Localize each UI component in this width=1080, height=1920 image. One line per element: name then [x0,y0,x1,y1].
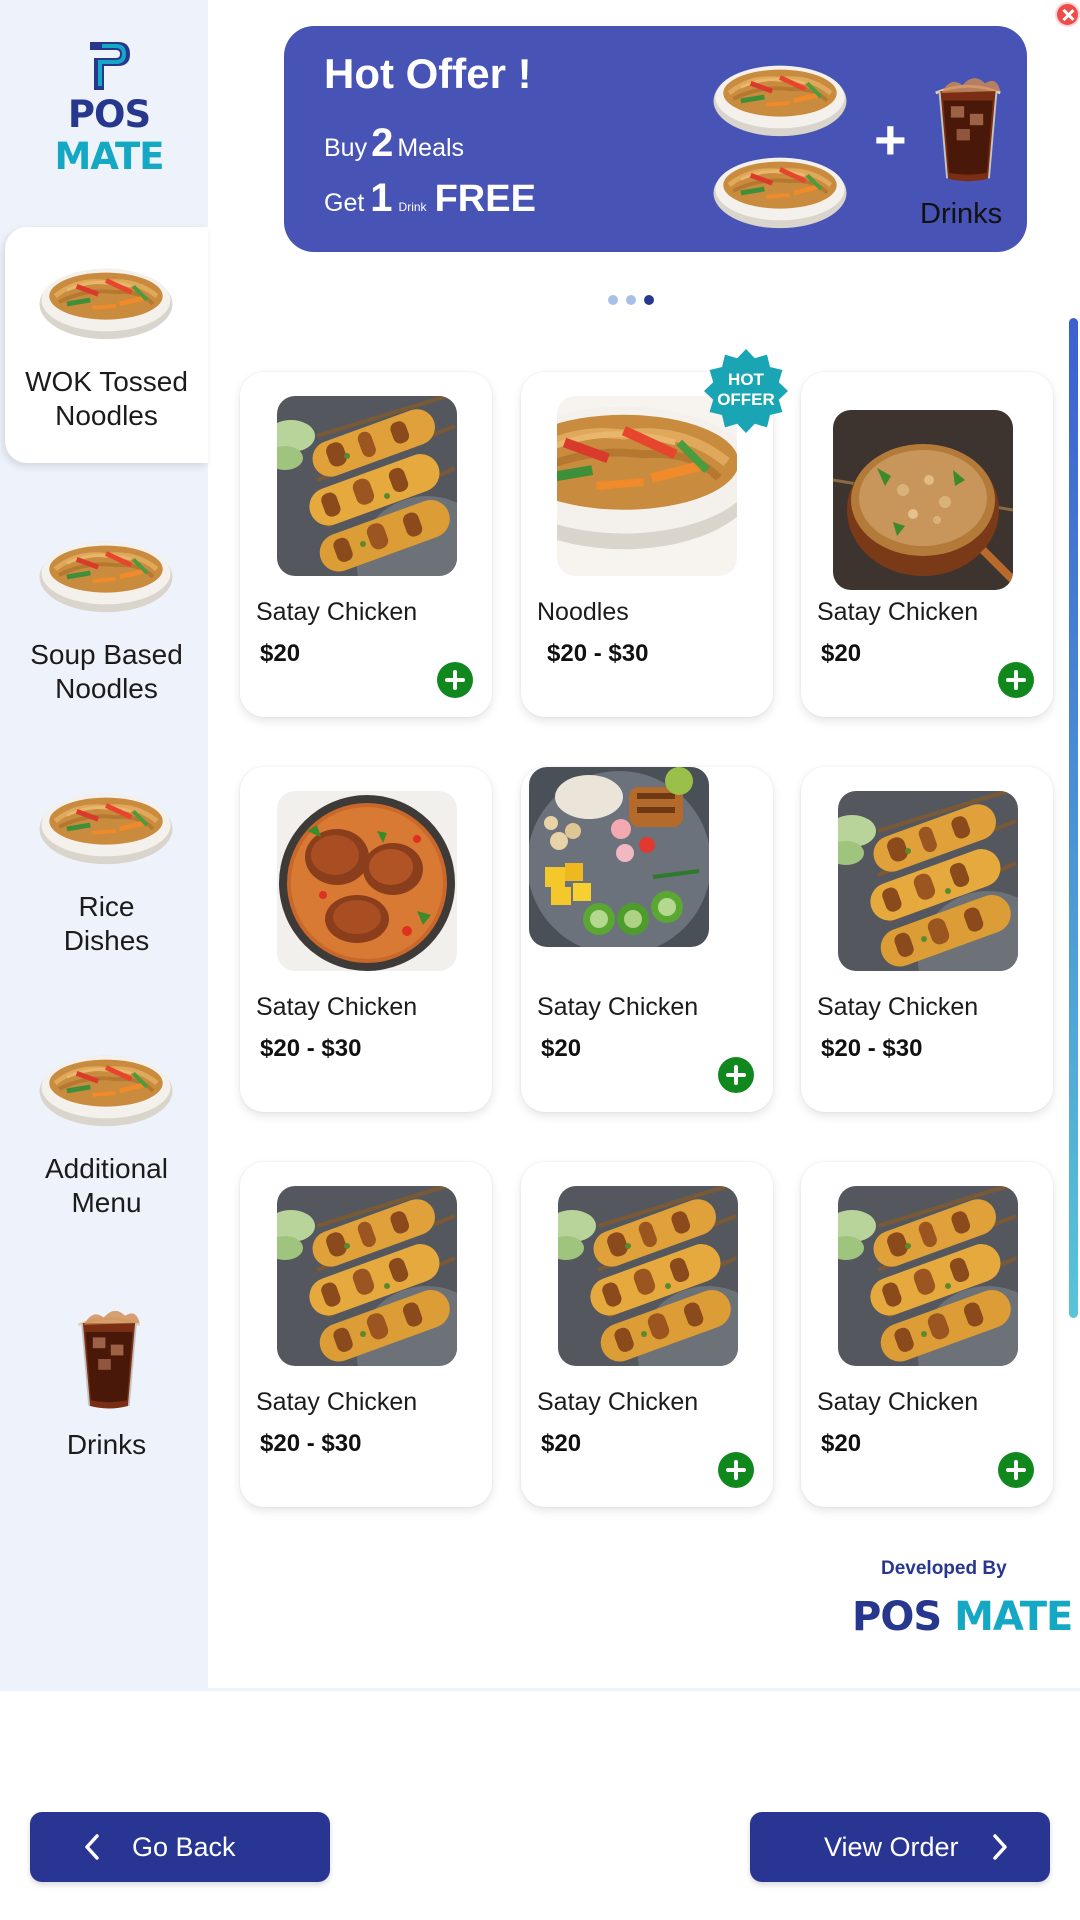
chevron-left-icon [85,1834,99,1860]
chevron-right-icon [993,1834,1007,1860]
satay-skewers-icon [277,1186,457,1366]
product-card[interactable]: Satay Chicken $20 - $30 [801,767,1053,1112]
product-price: $20 - $30 [547,640,649,667]
sidebar-item-rice-dishes[interactable]: Rice Dishes [5,752,208,988]
add-to-cart-button[interactable] [718,1057,754,1093]
noodle-bowl-icon [34,782,178,870]
go-back-label: Go Back [132,1832,236,1862]
carousel-dot[interactable] [626,295,636,305]
brand-name-left: POS [67,93,151,136]
view-order-button[interactable]: View Order [750,1812,1050,1882]
brand-name-right: MATE [54,135,164,178]
sidebar-item-label: Additional Menu [45,1153,168,1218]
product-price: $20 [821,1430,862,1457]
product-name: Satay Chicken [817,993,979,1021]
banner-buy-line: Buy 2 Meals [324,121,465,165]
product-name: Satay Chicken [256,598,418,626]
product-name: Satay Chicken [537,1388,699,1416]
add-to-cart-button[interactable] [998,1452,1034,1488]
satay-skewers-icon [558,1186,738,1366]
product-price: $20 [821,640,862,667]
view-order-label: View Order [824,1832,959,1862]
banner-title: Hot Offer ! [324,50,532,97]
carousel-dot-active[interactable] [644,295,654,305]
product-price: $20 [541,1430,582,1457]
brand-wordmark: POS MATE [24,94,194,178]
pos-mate-logo-icon [90,42,130,90]
app-logo: POS MATE [24,38,194,178]
product-name: Satay Chicken [256,993,418,1021]
noodle-bowl-icon [708,54,852,142]
product-price: $20 - $30 [260,1035,362,1062]
category-sidebar: POS MATE WOK Tossed Noodles Soup Based Noo… [0,0,208,1688]
plus-sign: + [874,108,907,171]
peanut-sauce-pot-icon [833,410,1013,590]
go-back-button[interactable]: Go Back [30,1812,330,1882]
add-to-cart-button[interactable] [998,662,1034,698]
hot-offer-badge-text: HOT OFFER [717,370,775,409]
noodle-bowl-icon [708,146,852,234]
footer-brand-wordmark: POS MATE [852,1594,1073,1640]
salad-bowl-icon [529,767,709,947]
banner-drinks-label: Drinks [920,198,1003,230]
hot-offer-banner[interactable]: Hot Offer ! Buy 2 Meals Get 1 Drink FREE + Dr… [284,26,1027,252]
noodle-bowl-icon [34,1044,178,1132]
banner-get-line: Get 1 Drink FREE [324,176,536,220]
add-to-cart-button[interactable] [437,662,473,698]
noodle-bowl-icon [34,530,178,618]
product-price: $20 - $30 [260,1430,362,1457]
product-card[interactable]: Satay Chicken $20 [801,372,1053,717]
product-card[interactable]: Satay Chicken $20 [240,372,492,717]
product-card[interactable]: Satay Chicken $20 [801,1162,1053,1507]
sidebar-item-additional-menu[interactable]: Additional Menu [5,1014,208,1250]
scrollbar-thumb[interactable] [1069,318,1078,1318]
product-name: Satay Chicken [817,1388,979,1416]
sidebar-item-label: Drinks [66,1429,147,1460]
sidebar-item-wok-tossed-noodles[interactable]: WOK Tossed Noodles [5,227,208,463]
chicken-curry-icon [277,791,457,971]
product-price: $20 [541,1035,582,1062]
sidebar-item-label: WOK Tossed Noodles [25,366,188,431]
product-card[interactable]: Satay Chicken $20 [521,1162,773,1507]
satay-skewers-icon [277,396,457,576]
cola-glass-icon [930,72,1006,186]
noodle-bowl-icon [34,257,178,345]
scrollbar[interactable] [1069,318,1078,1318]
sidebar-item-drinks[interactable]: Drinks [5,1276,208,1512]
bottom-divider [0,1688,1080,1691]
hot-offer-badge: HOT OFFER [703,348,789,434]
sidebar-item-label: Rice Dishes [63,891,150,956]
carousel-indicator [608,295,658,305]
product-card[interactable]: Satay Chicken $20 - $30 [240,1162,492,1507]
product-card[interactable]: Satay Chicken $20 [521,767,773,1112]
product-name: Noodles [537,598,629,626]
developed-by-label: Developed By [881,1558,1007,1579]
satay-skewers-icon [838,791,1018,971]
product-price: $20 - $30 [821,1035,923,1062]
product-price: $20 [260,640,301,667]
product-card[interactable]: Satay Chicken $20 - $30 [240,767,492,1112]
carousel-dot[interactable] [608,295,618,305]
add-to-cart-button[interactable] [718,1452,754,1488]
sidebar-item-soup-based-noodles[interactable]: Soup Based Noodles [5,500,208,736]
cola-glass-icon [73,1304,145,1414]
product-name: Satay Chicken [817,598,979,626]
product-name: Satay Chicken [256,1388,418,1416]
close-icon[interactable] [1055,2,1080,27]
satay-skewers-icon [838,1186,1018,1366]
product-name: Satay Chicken [537,993,699,1021]
sidebar-item-label: Soup Based Noodles [30,639,183,704]
